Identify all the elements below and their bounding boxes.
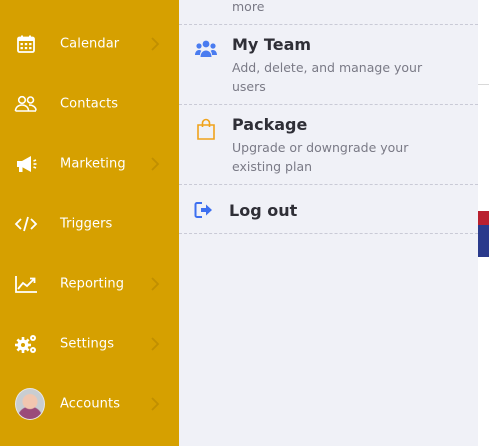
sidebar-item-label: Triggers [60, 216, 113, 232]
sidebar-item-label: Accounts [60, 396, 121, 412]
sidebar-item-marketing[interactable]: Marketing [0, 144, 179, 184]
chevron-right-icon [149, 36, 161, 52]
chevron-right-icon [149, 276, 161, 292]
menu-item-description: Upgrade or downgrade your existing plan [232, 140, 409, 174]
profile-dropdown-menu: more My Team Add, delete, and manage you… [179, 0, 478, 446]
sidebar-item-label: Contacts [60, 96, 119, 112]
gears-icon [14, 332, 38, 356]
background-divider [478, 84, 489, 85]
calendar-icon [14, 32, 38, 56]
sidebar-item-contacts[interactable]: Contacts [0, 84, 179, 124]
background-accent-navy [478, 225, 489, 257]
users-icon [195, 38, 217, 60]
menu-item-my-team[interactable]: My Team Add, delete, and manage your use… [179, 25, 478, 105]
logout-icon [193, 199, 215, 221]
sidebar-item-settings[interactable]: Settings [0, 324, 179, 364]
code-icon [14, 212, 38, 236]
menu-item-logout[interactable]: Log out [179, 185, 478, 234]
chevron-right-icon [149, 396, 161, 412]
menu-item-title: My Team [232, 35, 312, 54]
menu-item-description: Add, delete, and manage your users [232, 60, 423, 94]
avatar [15, 388, 45, 420]
sidebar-item-label: Calendar [60, 36, 120, 52]
megaphone-icon [14, 152, 38, 176]
shopping-bag-icon [195, 118, 217, 140]
menu-item-description: more [232, 0, 265, 14]
chevron-right-icon [149, 156, 161, 172]
menu-item-partial[interactable]: more [179, 0, 478, 25]
contacts-icon [14, 92, 38, 116]
menu-item-title: Package [232, 115, 308, 134]
sidebar-item-calendar[interactable]: Calendar [0, 24, 179, 64]
sidebar-item-reporting[interactable]: Reporting [0, 264, 179, 304]
menu-item-package[interactable]: Package Upgrade or downgrade your existi… [179, 105, 478, 185]
sidebar-item-triggers[interactable]: Triggers [0, 204, 179, 244]
chevron-right-icon [149, 336, 161, 352]
sidebar-item-accounts[interactable]: Accounts [0, 384, 179, 424]
sidebar-item-label: Reporting [60, 276, 125, 292]
menu-item-title: Log out [229, 201, 298, 220]
sidebar: Calendar Contacts Marketing Triggers Rep… [0, 0, 179, 446]
sidebar-item-label: Marketing [60, 156, 126, 172]
chart-line-icon [14, 272, 38, 296]
background-accent-red [478, 211, 489, 225]
sidebar-item-label: Settings [60, 336, 115, 352]
